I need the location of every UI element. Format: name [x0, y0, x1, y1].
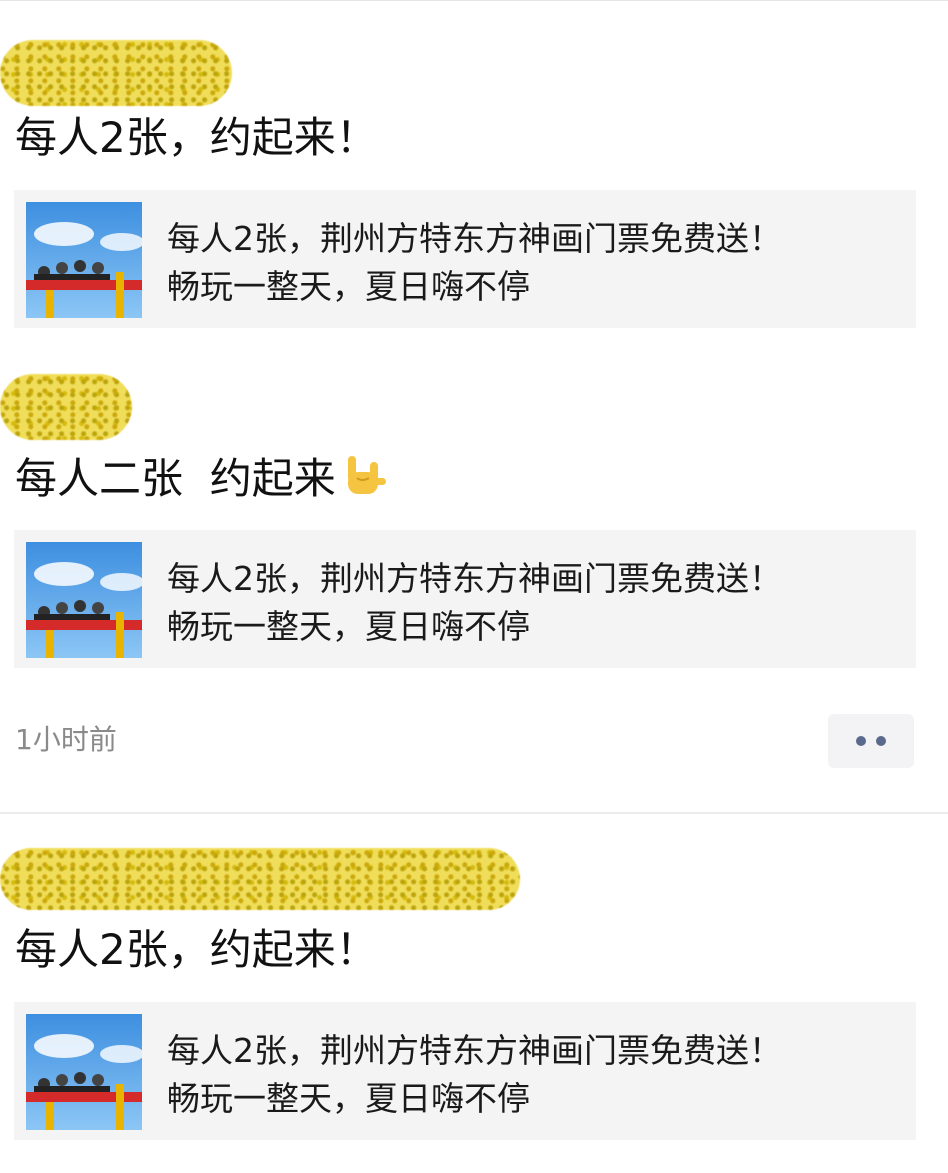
- redacted-username: [0, 374, 132, 440]
- link-title-line2: 畅玩一整天，夏日嗨不停: [167, 607, 530, 646]
- link-thumbnail: [26, 542, 142, 658]
- link-thumbnail: [26, 1014, 142, 1130]
- link-title-line1: 每人2张，荆州方特东方神画门票免费送！: [167, 219, 782, 258]
- post-text-content: 每人二张 约起来: [15, 454, 336, 503]
- link-title-line2: 畅玩一整天，夏日嗨不停: [167, 1079, 530, 1118]
- shared-link-card[interactable]: 每人2张，荆州方特东方神画门票免费送！ 畅玩一整天，夏日嗨不停: [14, 1002, 916, 1140]
- top-border: [0, 0, 948, 1]
- post-text: 每人2张，约起来！: [15, 925, 378, 974]
- post-divider: [0, 812, 948, 814]
- link-title-line2: 畅玩一整天，夏日嗨不停: [167, 267, 530, 306]
- dot-icon: [856, 736, 866, 746]
- dot-icon: [876, 736, 886, 746]
- post-text: 每人2张，约起来！: [15, 113, 378, 162]
- link-thumbnail: [26, 202, 142, 318]
- post-timestamp: 1小时前: [15, 723, 117, 756]
- redacted-username: [0, 40, 232, 106]
- link-title-line1: 每人2张，荆州方特东方神画门票免费送！: [167, 559, 782, 598]
- love-you-gesture-icon: [340, 452, 388, 511]
- more-actions-button[interactable]: [828, 714, 914, 768]
- link-title-line1: 每人2张，荆州方特东方神画门票免费送！: [167, 1031, 782, 1070]
- post-text: 每人二张 约起来: [15, 452, 388, 511]
- shared-link-card[interactable]: 每人2张，荆州方特东方神画门票免费送！ 畅玩一整天，夏日嗨不停: [14, 530, 916, 668]
- shared-link-card[interactable]: 每人2张，荆州方特东方神画门票免费送！ 畅玩一整天，夏日嗨不停: [14, 190, 916, 328]
- redacted-username: [0, 848, 520, 910]
